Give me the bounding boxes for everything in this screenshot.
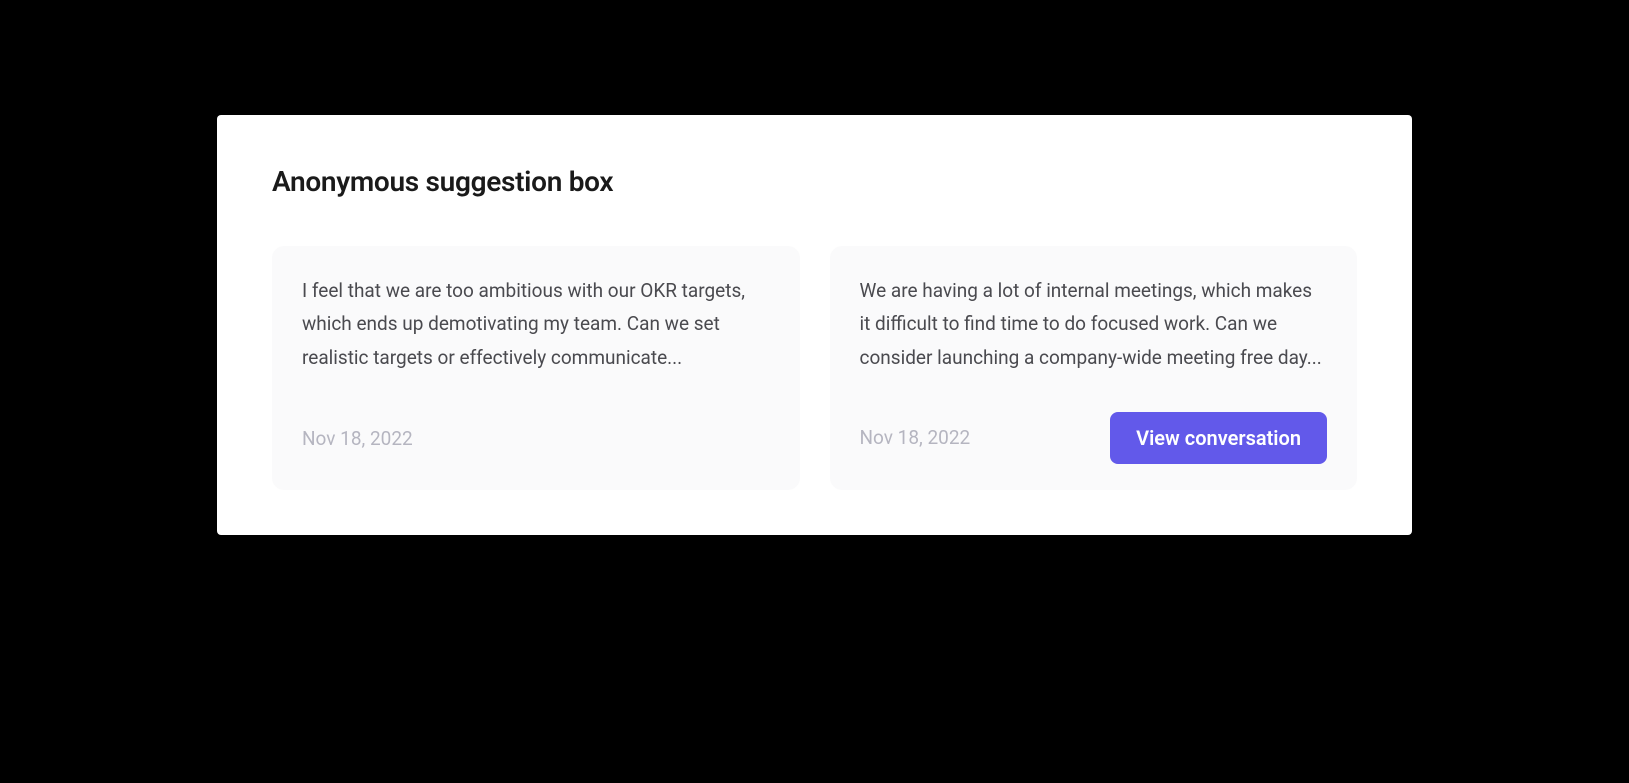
suggestion-text: I feel that we are too ambitious with ou… [302, 274, 770, 374]
suggestion-date: Nov 18, 2022 [860, 426, 971, 449]
suggestion-card: We are having a lot of internal meetings… [830, 246, 1358, 490]
suggestion-text: We are having a lot of internal meetings… [860, 274, 1328, 374]
suggestion-card: I feel that we are too ambitious with ou… [272, 246, 800, 490]
panel-title: Anonymous suggestion box [272, 165, 1357, 198]
cards-container: I feel that we are too ambitious with ou… [272, 246, 1357, 490]
suggestion-box-panel: Anonymous suggestion box I feel that we … [217, 115, 1412, 535]
card-footer: Nov 18, 2022 View conversation [860, 412, 1328, 464]
suggestion-date: Nov 18, 2022 [302, 427, 413, 450]
view-conversation-button[interactable]: View conversation [1110, 412, 1327, 464]
card-footer: Nov 18, 2022 [302, 414, 770, 464]
